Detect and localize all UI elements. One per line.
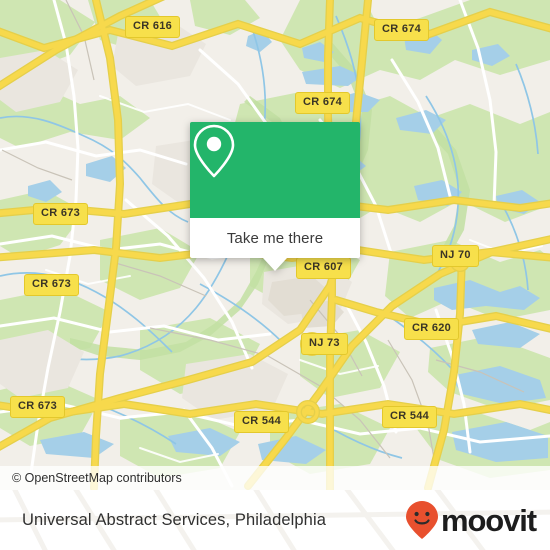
- moovit-map-screenshot: CR 616 CR 674 CR 674 CR 673 CR 673 NJ 70 CR 60…: [0, 0, 550, 550]
- moovit-smiley-pin-icon: [405, 501, 438, 539]
- popup-action-bar[interactable]: Take me there: [190, 218, 360, 271]
- take-me-there-label: Take me there: [226, 229, 324, 247]
- road-shield: CR 544: [382, 406, 438, 428]
- road-shield: CR 673: [10, 396, 66, 418]
- road-shield: CR 607: [296, 257, 352, 279]
- popup-pointer-tail: [263, 258, 287, 271]
- location-popup-card[interactable]: Take me there: [190, 122, 360, 271]
- footer-bar: Universal Abstract Services, Philadelphi…: [0, 490, 550, 550]
- place-title: Universal Abstract Services, Philadelphi…: [22, 510, 326, 529]
- road-shield: NJ 73: [301, 333, 348, 355]
- road-shield: CR 673: [24, 274, 80, 296]
- moovit-wordmark: moovit: [440, 502, 537, 538]
- road-shield: CR 620: [404, 318, 460, 340]
- attribution-text: © OpenStreetMap contributors: [12, 471, 182, 485]
- road-shield: NJ 70: [432, 245, 479, 267]
- map-pin-icon: [193, 124, 235, 178]
- map-canvas[interactable]: CR 616 CR 674 CR 674 CR 673 CR 673 NJ 70 CR 60…: [0, 0, 550, 490]
- road-shield: CR 674: [295, 92, 351, 114]
- road-shield: CR 673: [33, 203, 89, 225]
- road-shield: CR 544: [234, 411, 290, 433]
- map-attribution: © OpenStreetMap contributors: [0, 466, 550, 490]
- popup-header: [190, 122, 360, 218]
- moovit-logo[interactable]: moovit: [405, 500, 537, 540]
- road-shield: CR 616: [125, 16, 181, 38]
- road-shield: CR 674: [374, 19, 430, 41]
